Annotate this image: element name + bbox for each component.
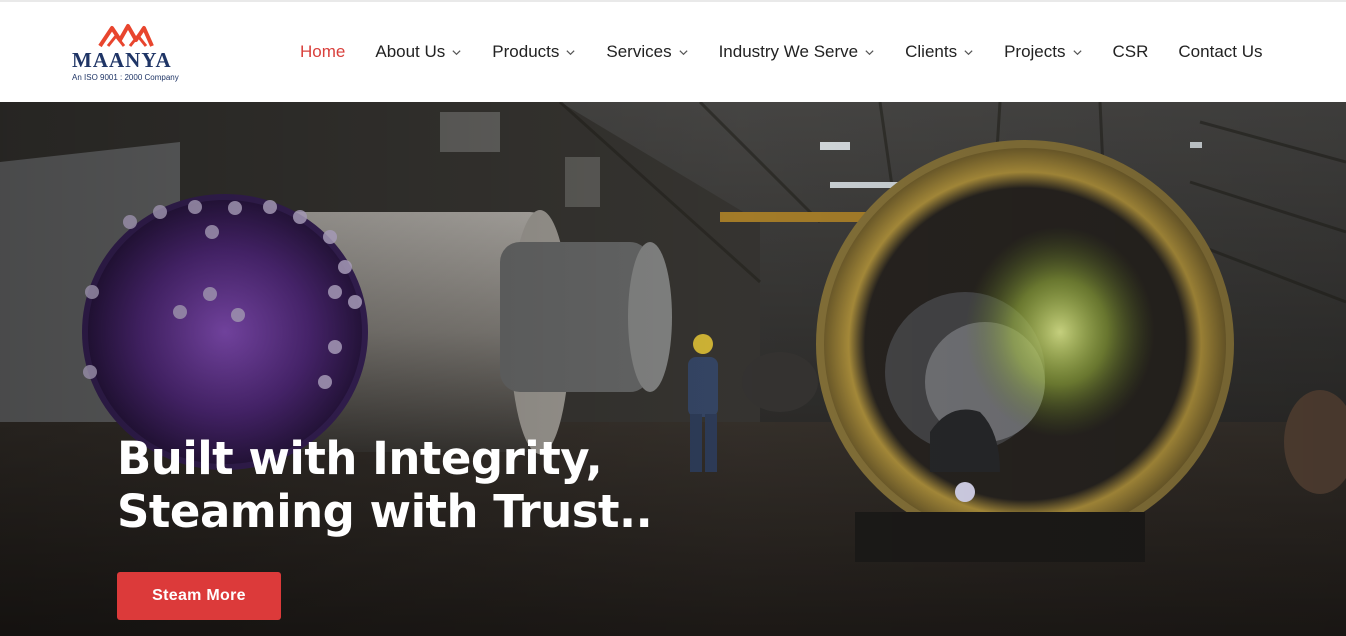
nav-about-us-label: About Us <box>375 42 446 61</box>
nav-csr[interactable]: CSR <box>1113 42 1149 62</box>
chevron-down-icon <box>452 49 461 55</box>
nav-contact-us[interactable]: Contact Us <box>1178 42 1262 62</box>
chevron-down-icon <box>1072 49 1082 55</box>
nav-industry-we-serve[interactable]: Industry We Serve <box>719 42 876 62</box>
hero-title-line-1: Built with Integrity, <box>117 432 603 485</box>
nav-about-us[interactable]: About Us <box>375 42 462 62</box>
nav-projects-label: Projects <box>1004 42 1066 61</box>
nav-services[interactable]: Services <box>606 42 688 62</box>
brand-tagline: An ISO 9001 : 2000 Company <box>72 73 179 82</box>
chevron-down-icon <box>678 49 688 55</box>
nav-products[interactable]: Products <box>492 42 576 62</box>
steam-more-button[interactable]: Steam More <box>117 572 281 620</box>
hero-title: Built with Integrity, Steaming with Trus… <box>117 432 653 538</box>
logo-mark-icon <box>98 24 154 48</box>
nav-services-label: Services <box>606 42 672 61</box>
site-header: MAANYA An ISO 9001 : 2000 Company Home A… <box>0 2 1346 102</box>
nav-csr-label: CSR <box>1112 42 1149 61</box>
nav-industry-we-serve-label: Industry We Serve <box>718 42 859 61</box>
chevron-down-icon <box>566 49 575 55</box>
nav-contact-us-label: Contact Us <box>1178 42 1263 61</box>
hero-title-line-2: Steaming with Trust.. <box>117 485 653 538</box>
brand-logo[interactable]: MAANYA An ISO 9001 : 2000 Company <box>72 22 192 84</box>
nav-projects[interactable]: Projects <box>1004 42 1082 62</box>
brand-name: MAANYA <box>72 48 172 72</box>
nav-clients-label: Clients <box>905 42 958 61</box>
main-nav: Home About Us Products Services Industry… <box>300 2 1263 102</box>
hero-banner: Built with Integrity, Steaming with Trus… <box>0 102 1346 636</box>
chevron-down-icon <box>865 49 874 55</box>
nav-clients[interactable]: Clients <box>905 42 974 62</box>
hero-background-image <box>0 102 1346 636</box>
chevron-down-icon <box>964 49 973 55</box>
nav-home[interactable]: Home <box>300 42 345 62</box>
nav-products-label: Products <box>492 42 560 61</box>
nav-home-label: Home <box>300 42 346 61</box>
